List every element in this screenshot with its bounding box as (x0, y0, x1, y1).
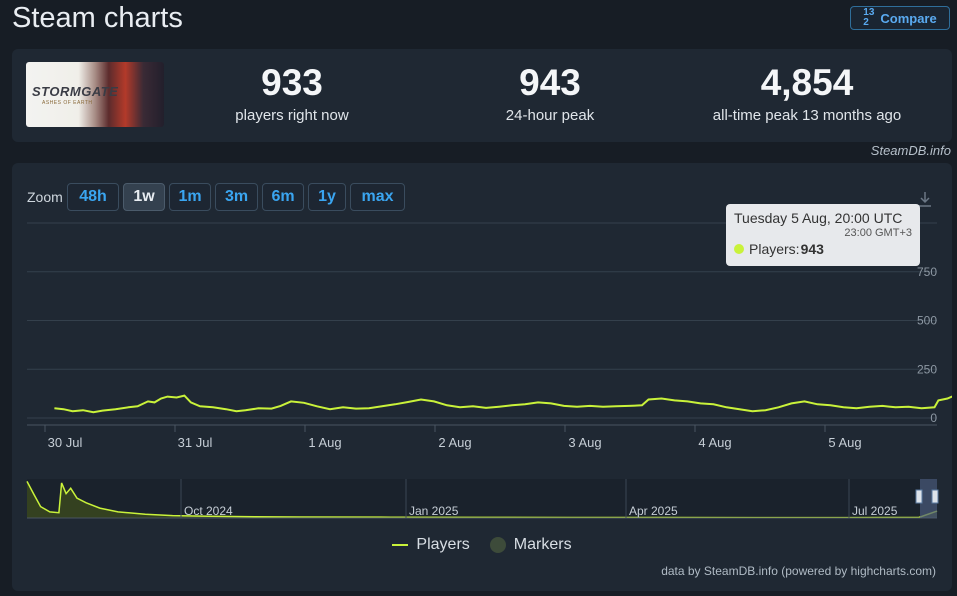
x-tick-label: 30 Jul (48, 435, 83, 450)
x-tick-label: 3 Aug (568, 435, 601, 450)
stat-value: 4,854 (760, 62, 854, 103)
compare-label: Compare (880, 10, 937, 26)
chart-credit[interactable]: data by SteamDB.info (powered by highcha… (661, 564, 936, 578)
stats-panel: STORMGATE ASHES OF EARTH 933 players rig… (12, 49, 952, 142)
x-tick-label: 1 Aug (308, 435, 341, 450)
page-title: Steam charts (12, 2, 183, 34)
game-logo[interactable]: STORMGATE ASHES OF EARTH (26, 62, 164, 127)
compare-button[interactable]: 13 2 Compare (850, 6, 950, 30)
game-logo-text: STORMGATE (32, 84, 119, 99)
tooltip-title: Tuesday 5 Aug, 20:00 UTC (734, 210, 903, 226)
stat-value: 933 (261, 62, 323, 103)
steamdb-credit-link[interactable]: SteamDB.info (871, 143, 951, 158)
tooltip-value: 943 (800, 241, 824, 257)
stat-value: 943 (519, 62, 581, 103)
download-icon[interactable] (918, 191, 932, 207)
navigator-tick-label: Oct 2024 (184, 504, 233, 518)
stat-label: 24-hour peak (505, 107, 595, 124)
stat-24h-peak: 943 24-hour peak (470, 62, 630, 125)
y-tick-label: 250 (917, 362, 937, 376)
navigator-tick-label: Apr 2025 (629, 504, 678, 518)
navigator-tick-label: Jan 2025 (409, 504, 459, 518)
y-tick-label: 500 (917, 314, 937, 328)
legend-label: Markers (513, 536, 572, 553)
legend-line-icon (392, 544, 409, 546)
stat-label: players right now (235, 107, 349, 124)
chart-tooltip: Tuesday 5 Aug, 20:00 UTC 23:00 GMT+3 Pla… (726, 204, 920, 266)
chart-panel: Zoom 48h 1w 1m 3m 6m 1y max 0 250 500 750 30 Jul 31… (12, 163, 952, 591)
tooltip-value-row: Players: 943 (734, 241, 912, 257)
x-tick-label: 2 Aug (438, 435, 471, 450)
stat-all-time-peak: 4,854 all-time peak 13 months ago (702, 62, 912, 125)
y-tick-label: 0 (930, 411, 937, 425)
legend-marker-icon (489, 537, 506, 553)
compare-icon: 13 2 (863, 7, 875, 28)
legend-label: Players (416, 536, 470, 553)
chart-legend: Players Markers (12, 536, 952, 554)
navigator-background (27, 479, 937, 518)
legend-item-markers[interactable]: Markers (489, 536, 572, 554)
x-tick-label: 4 Aug (698, 435, 731, 450)
stat-players-now: 933 players right now (212, 62, 372, 125)
navigator-handle-left (915, 489, 923, 504)
y-tick-label: 750 (917, 265, 937, 279)
tooltip-subtitle: 23:00 GMT+3 (844, 227, 912, 239)
series-dot-icon (734, 244, 744, 254)
legend-item-players[interactable]: Players (392, 536, 470, 554)
navigator-tick-label: Jul 2025 (852, 504, 898, 518)
stat-label: all-time peak 13 months ago (712, 107, 902, 124)
x-tick-label: 5 Aug (828, 435, 861, 450)
game-logo-subtitle: ASHES OF EARTH (42, 100, 93, 106)
tooltip-series-label: Players: (749, 241, 800, 257)
navigator-handle-right (931, 489, 939, 504)
x-tick-label: 31 Jul (178, 435, 213, 450)
